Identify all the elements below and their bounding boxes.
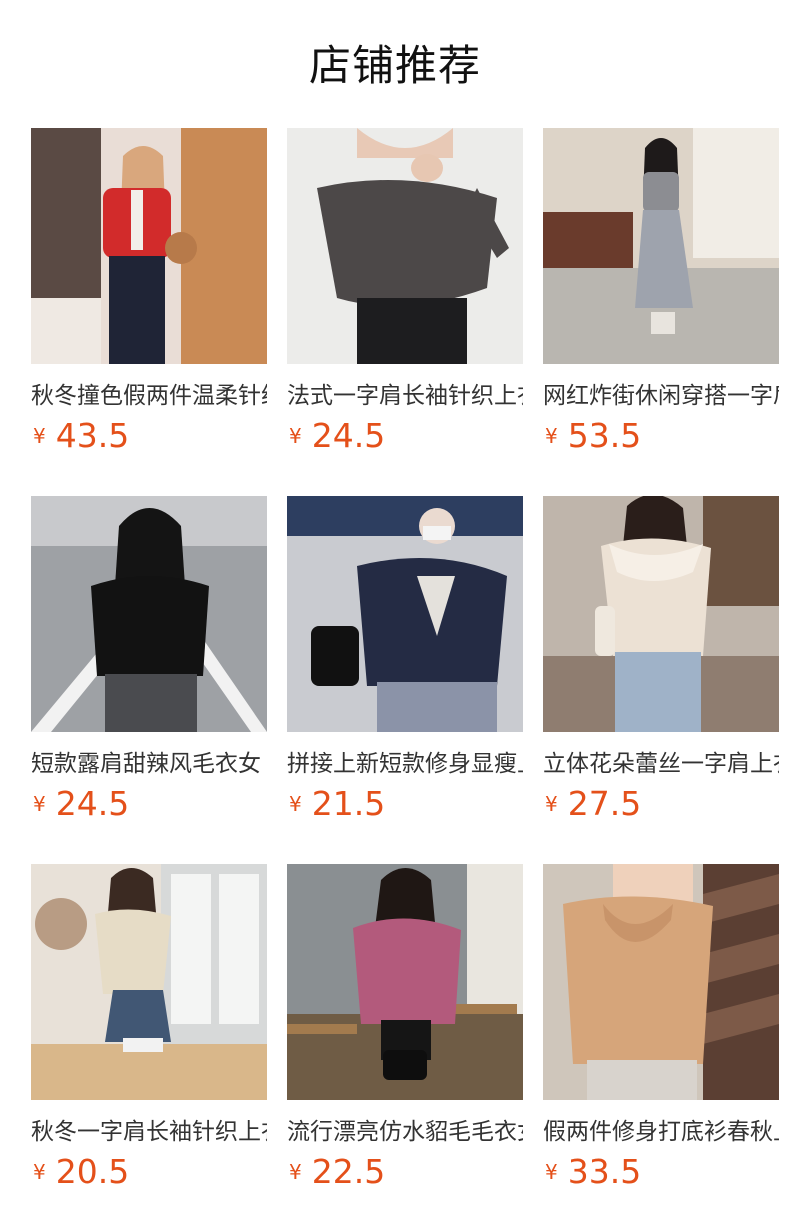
price-row: ¥53.5 xyxy=(543,414,779,458)
product-name[interactable]: 秋冬撞色假两件温柔针织开衫 xyxy=(31,380,267,412)
price-row: ¥22.5 xyxy=(287,1150,523,1194)
product-price: 24.5 xyxy=(55,784,130,823)
product-name[interactable]: 秋冬一字肩长袖针织上衣 xyxy=(31,1116,267,1148)
price-row: ¥33.5 xyxy=(543,1150,779,1194)
product-image[interactable] xyxy=(31,128,267,364)
product-price: 21.5 xyxy=(311,784,386,823)
price-row: ¥27.5 xyxy=(543,782,779,826)
product-card[interactable]: 假两件修身打底衫春秋上衣 ¥33.5 xyxy=(543,864,779,1204)
product-card[interactable]: 秋冬撞色假两件温柔针织开衫 ¥43.5 xyxy=(31,128,267,468)
currency-symbol: ¥ xyxy=(33,424,46,448)
currency-symbol: ¥ xyxy=(289,424,302,448)
product-price: 22.5 xyxy=(311,1152,386,1191)
product-name[interactable]: 流行漂亮仿水貂毛毛衣女 xyxy=(287,1116,523,1148)
product-grid: 秋冬撞色假两件温柔针织开衫 ¥43.5 法式一字肩长袖针织上衣 ¥24.5 xyxy=(31,128,779,1204)
price-row: ¥43.5 xyxy=(31,414,267,458)
currency-symbol: ¥ xyxy=(545,1160,558,1184)
price-row: ¥20.5 xyxy=(31,1150,267,1194)
currency-symbol: ¥ xyxy=(289,1160,302,1184)
section-title: 店铺推荐 xyxy=(308,41,481,90)
product-name[interactable]: 立体花朵蕾丝一字肩上衣 xyxy=(543,748,779,780)
product-image[interactable] xyxy=(287,128,523,364)
product-price: 27.5 xyxy=(567,784,642,823)
product-image[interactable] xyxy=(543,496,779,732)
product-name[interactable]: 法式一字肩长袖针织上衣 xyxy=(287,380,523,412)
product-card[interactable]: 法式一字肩长袖针织上衣 ¥24.5 xyxy=(287,128,523,468)
product-price: 53.5 xyxy=(567,416,642,455)
currency-symbol: ¥ xyxy=(289,792,302,816)
product-image[interactable] xyxy=(31,496,267,732)
product-image[interactable] xyxy=(543,128,779,364)
product-image[interactable] xyxy=(287,864,523,1100)
product-card[interactable]: 网红炸街休闲穿搭一字肩上衣 ¥53.5 xyxy=(543,128,779,468)
product-image[interactable] xyxy=(543,864,779,1100)
price-row: ¥24.5 xyxy=(287,414,523,458)
product-price: 43.5 xyxy=(55,416,130,455)
currency-symbol: ¥ xyxy=(33,792,46,816)
product-price: 20.5 xyxy=(55,1152,130,1191)
product-card[interactable]: 拼接上新短款修身显瘦上衣 ¥21.5 xyxy=(287,496,523,836)
currency-symbol: ¥ xyxy=(545,792,558,816)
price-row: ¥21.5 xyxy=(287,782,523,826)
product-image[interactable] xyxy=(31,864,267,1100)
price-row: ¥24.5 xyxy=(31,782,267,826)
product-name[interactable]: 拼接上新短款修身显瘦上衣 xyxy=(287,748,523,780)
product-name[interactable]: 假两件修身打底衫春秋上衣 xyxy=(543,1116,779,1148)
currency-symbol: ¥ xyxy=(33,1160,46,1184)
product-card[interactable]: 立体花朵蕾丝一字肩上衣 ¥27.5 xyxy=(543,496,779,836)
currency-symbol: ¥ xyxy=(545,424,558,448)
product-card[interactable]: 秋冬一字肩长袖针织上衣 ¥20.5 xyxy=(31,864,267,1204)
product-card[interactable]: 流行漂亮仿水貂毛毛衣女 ¥22.5 xyxy=(287,864,523,1204)
product-price: 33.5 xyxy=(567,1152,642,1191)
product-name[interactable]: 网红炸街休闲穿搭一字肩上衣 xyxy=(543,380,779,412)
product-name[interactable]: 短款露肩甜辣风毛衣女 xyxy=(31,748,267,780)
product-image[interactable] xyxy=(287,496,523,732)
product-price: 24.5 xyxy=(311,416,386,455)
product-card[interactable]: 短款露肩甜辣风毛衣女 ¥24.5 xyxy=(31,496,267,836)
